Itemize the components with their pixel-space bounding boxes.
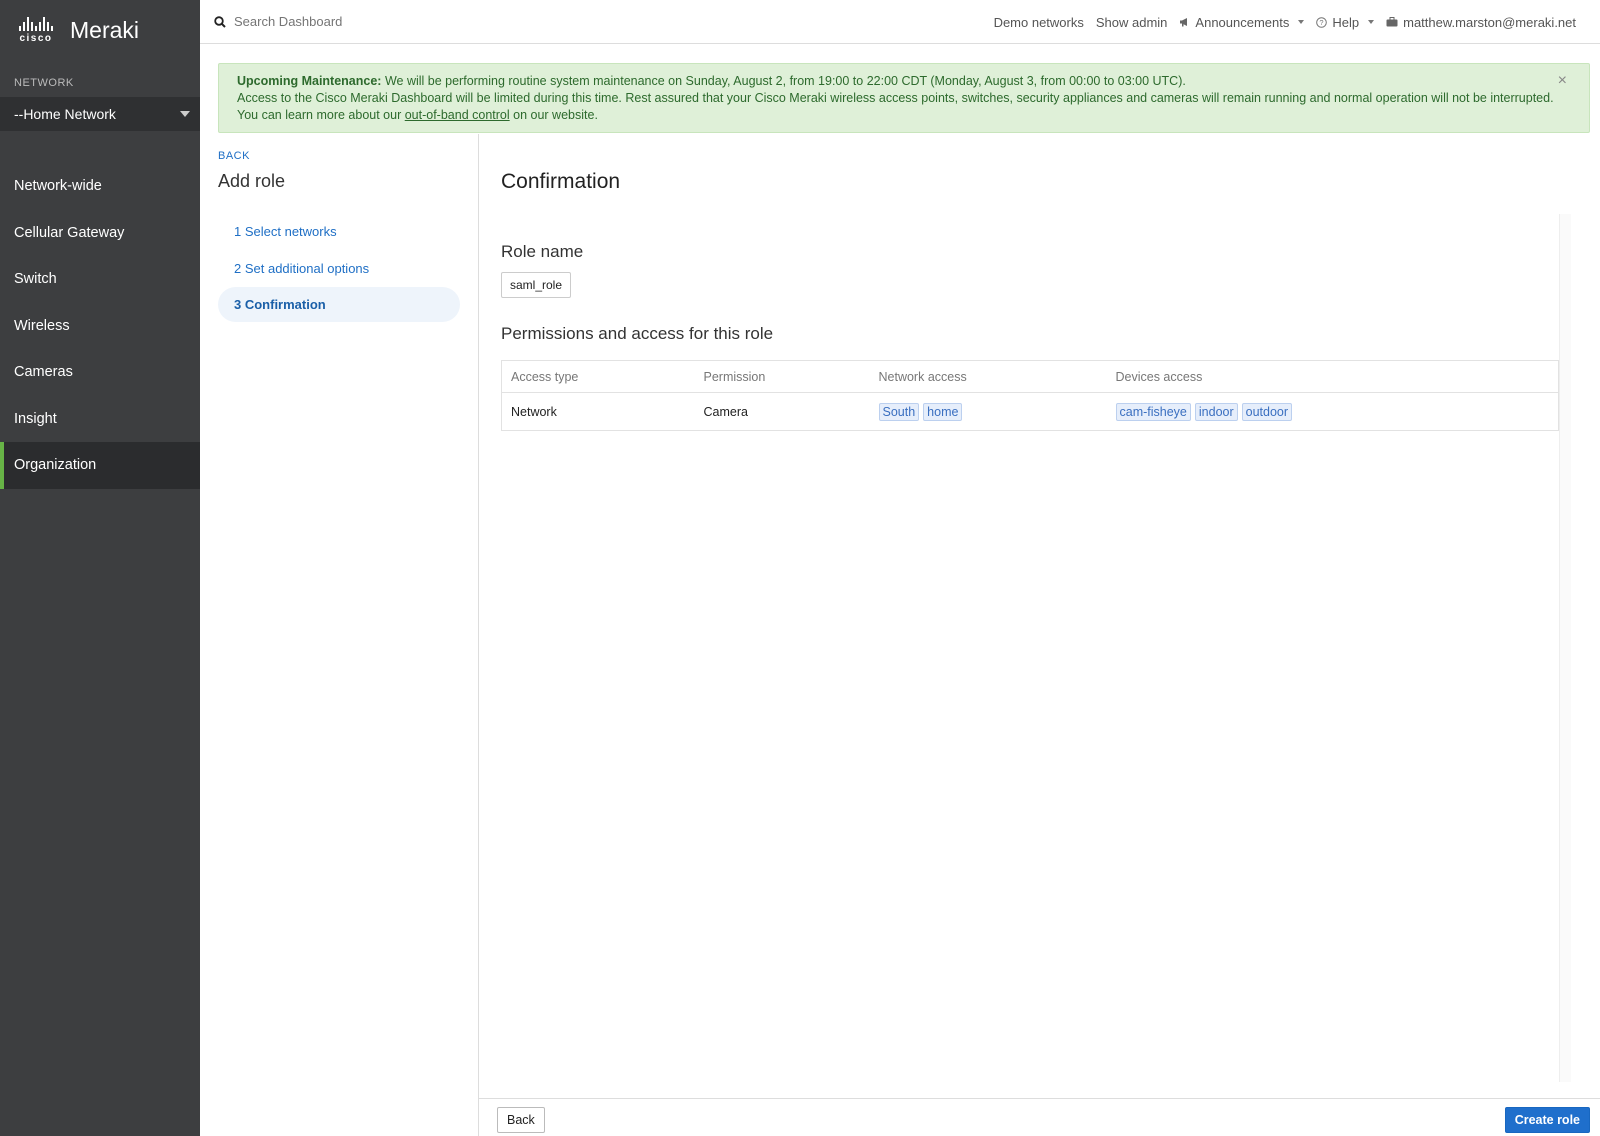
- sidebar-item-insight[interactable]: Insight: [0, 396, 200, 443]
- cisco-wordmark: cisco: [19, 32, 53, 44]
- table-row: Network Camera South home cam-fisheye indo…: [502, 393, 1559, 431]
- cell-permission: Camera: [703, 404, 748, 419]
- table-header-row: Access type Permission Network access De…: [501, 360, 1559, 393]
- help-label: Help: [1332, 14, 1360, 30]
- main-content: Confirmation Role name saml_role Permiss…: [501, 170, 1559, 431]
- cisco-meraki-logo[interactable]: cisco Meraki: [14, 14, 139, 46]
- banner-title: Upcoming Maintenance:: [237, 74, 382, 88]
- sidebar-item-switch[interactable]: Switch: [0, 256, 200, 303]
- chevron-down-icon: [1368, 20, 1375, 24]
- back-link[interactable]: BACK: [218, 150, 478, 162]
- help-menu[interactable]: ? Help: [1316, 14, 1375, 30]
- meraki-wordmark: Meraki: [70, 16, 140, 43]
- banner-line-2: Access to the Cisco Meraki Dashboard wil…: [237, 90, 1571, 124]
- back-button[interactable]: Back: [497, 1107, 545, 1133]
- sidebar-item-organization[interactable]: Organization: [0, 442, 200, 489]
- help-icon: ?: [1316, 16, 1328, 28]
- maintenance-banner: Upcoming Maintenance: We will be perform…: [218, 63, 1590, 133]
- announcements-label: Announcements: [1195, 14, 1290, 30]
- step-confirmation[interactable]: 3 Confirmation: [218, 287, 460, 322]
- sidebar-nav: Network-wide Cellular Gateway Switch Wir…: [0, 163, 200, 489]
- device-tag: indoor: [1194, 402, 1238, 421]
- role-name-label: Role name: [501, 242, 584, 261]
- top-right-menu: Demo networks Show admin Announcements ?…: [994, 0, 1576, 44]
- network-selected: --Home Network: [14, 106, 116, 122]
- cell-access-type: Network: [511, 404, 557, 419]
- search-input[interactable]: [234, 14, 634, 29]
- sidebar-item-network-wide[interactable]: Network-wide: [0, 163, 200, 210]
- network-label: NETWORK: [14, 77, 74, 89]
- wizard-steps: 1 Select networks 2 Set additional optio…: [218, 214, 478, 322]
- col-devices-access: Devices access: [1106, 360, 1559, 393]
- search-icon: [214, 15, 226, 28]
- scrollbar[interactable]: [1559, 214, 1571, 1082]
- cell-network-access: South home: [870, 393, 1107, 431]
- out-of-band-control-link[interactable]: out-of-band control: [405, 108, 510, 122]
- banner-line-1: Upcoming Maintenance: We will be perform…: [237, 73, 1571, 90]
- wizard-footer: Back Create role: [479, 1098, 1600, 1136]
- cisco-bars-icon: [19, 16, 53, 31]
- section-title: Confirmation: [501, 170, 621, 193]
- megaphone-icon: [1180, 18, 1188, 27]
- col-access-type: Access type: [501, 360, 695, 393]
- create-role-button[interactable]: Create role: [1504, 1107, 1590, 1133]
- sidebar: cisco Meraki NETWORK --Home Network Netw…: [0, 0, 200, 1136]
- network-selector[interactable]: --Home Network: [0, 97, 200, 131]
- page-title: Add role: [218, 171, 286, 191]
- sidebar-item-cellular-gateway[interactable]: Cellular Gateway: [0, 210, 200, 257]
- show-admin-link[interactable]: Show admin: [1096, 15, 1168, 30]
- announcements-menu[interactable]: Announcements: [1179, 14, 1305, 30]
- cisco-logo-mark: cisco: [14, 16, 58, 44]
- role-name-value: saml_role: [501, 272, 572, 298]
- close-icon[interactable]: ×: [1558, 72, 1567, 89]
- step-set-additional-options[interactable]: 2 Set additional options: [218, 251, 460, 286]
- search: [214, 14, 714, 29]
- step-select-networks[interactable]: 1 Select networks: [218, 214, 460, 249]
- network-tag: home: [923, 402, 963, 421]
- col-network-access: Network access: [869, 360, 1107, 393]
- chevron-down-icon: [180, 111, 190, 117]
- top-bar: Demo networks Show admin Announcements ?…: [200, 0, 1600, 44]
- user-email: matthew.marston@meraki.net: [1403, 14, 1576, 30]
- col-permission: Permission: [694, 360, 870, 393]
- chevron-down-icon: [1298, 20, 1305, 24]
- device-tag: outdoor: [1241, 402, 1293, 421]
- banner-text-2-end: on our website.: [513, 108, 598, 122]
- device-tag: cam-fisheye: [1115, 402, 1191, 421]
- svg-text:?: ?: [1320, 18, 1324, 27]
- cell-devices-access: cam-fisheye indoor outdoor: [1107, 393, 1559, 431]
- permissions-table: Access type Permission Network access De…: [501, 360, 1559, 431]
- banner-text-1: We will be performing routine system mai…: [384, 74, 1186, 88]
- divider: [478, 134, 479, 1136]
- permissions-label: Permissions and access for this role: [501, 324, 774, 343]
- sidebar-item-wireless[interactable]: Wireless: [0, 303, 200, 350]
- wizard-nav: BACK Add role 1 Select networks 2 Set ad…: [218, 150, 478, 324]
- network-tag: South: [878, 402, 920, 421]
- demo-networks-link[interactable]: Demo networks: [994, 15, 1084, 30]
- user-menu[interactable]: matthew.marston@meraki.net: [1386, 15, 1576, 30]
- sidebar-item-cameras[interactable]: Cameras: [0, 349, 200, 396]
- briefcase-icon: [1386, 17, 1398, 27]
